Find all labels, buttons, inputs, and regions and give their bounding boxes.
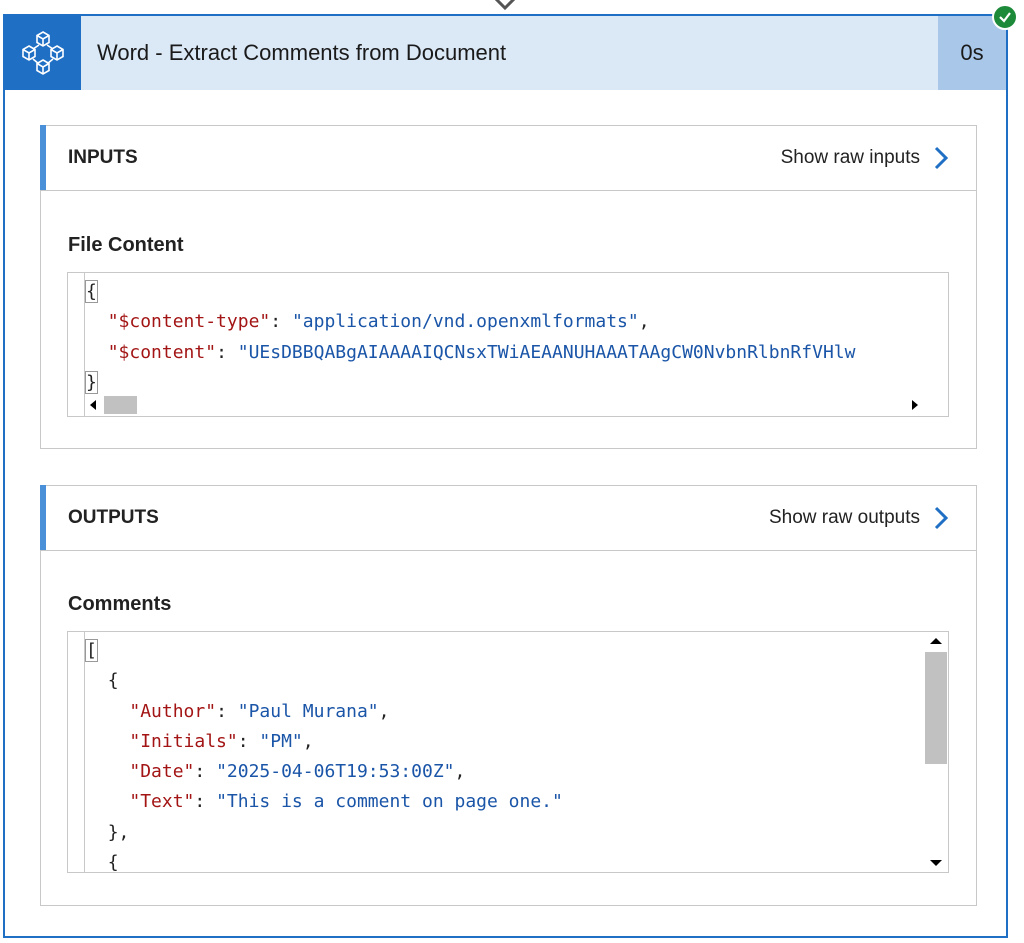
scroll-right-icon[interactable] (912, 400, 918, 410)
file-content-json: { "$content-type": "application/vnd.open… (85, 280, 856, 394)
scroll-down-icon[interactable] (930, 860, 942, 866)
inputs-label: INPUTS (68, 147, 138, 168)
connector-arrow-icon (494, 0, 516, 11)
scroll-up-icon[interactable] (930, 638, 942, 644)
show-raw-inputs-link[interactable]: Show raw inputs (781, 126, 948, 190)
outputs-section: OUTPUTS Show raw outputs Comments [ { "A… (40, 485, 977, 906)
action-card[interactable]: Word - Extract Comments from Document 0s… (3, 14, 1008, 938)
horizontal-scrollbar[interactable] (86, 396, 948, 414)
comments-json: [ { "Author": "Paul Murana", "Initials":… (85, 639, 563, 873)
comments-code[interactable]: [ { "Author": "Paul Murana", "Initials":… (67, 631, 949, 873)
check-icon (992, 4, 1018, 30)
chevron-right-icon (934, 506, 948, 530)
card-title: Word - Extract Comments from Document (97, 40, 507, 65)
show-raw-outputs-link[interactable]: Show raw outputs (769, 486, 948, 550)
outputs-label: OUTPUTS (68, 507, 159, 528)
scroll-left-icon[interactable] (90, 400, 96, 410)
show-raw-inputs-label: Show raw inputs (780, 147, 920, 168)
word-connector-icon (5, 16, 81, 90)
comments-label: Comments (68, 593, 172, 615)
card-header[interactable]: Word - Extract Comments from Document 0s (5, 16, 1006, 90)
outputs-header: OUTPUTS Show raw outputs (40, 485, 976, 551)
scroll-thumb[interactable] (104, 396, 137, 414)
show-raw-outputs-label: Show raw outputs (768, 507, 920, 528)
duration-label: 0s (938, 16, 1006, 90)
inputs-header: INPUTS Show raw inputs (40, 125, 976, 191)
inputs-section: INPUTS Show raw inputs File Content { "$… (40, 125, 977, 449)
file-content-code[interactable]: { "$content-type": "application/vnd.open… (67, 272, 949, 417)
vertical-scrollbar[interactable] (922, 632, 948, 872)
scroll-thumb[interactable] (925, 652, 947, 764)
file-content-label: File Content (68, 234, 184, 256)
chevron-right-icon (934, 146, 948, 170)
